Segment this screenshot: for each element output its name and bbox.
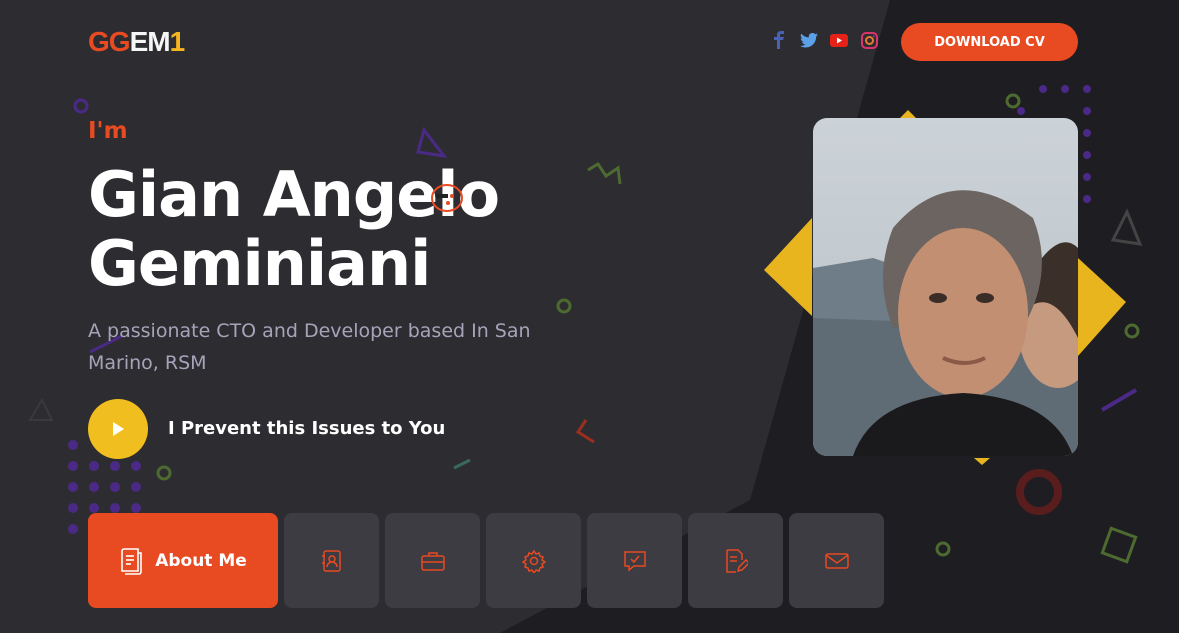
hero-subtitle: A passionate CTO and Developer based In … bbox=[88, 320, 531, 374]
section-nav: About Me bbox=[88, 513, 884, 608]
nav-item-resume[interactable] bbox=[284, 513, 379, 608]
logo-part-em: EM bbox=[129, 26, 171, 57]
contact-card-icon bbox=[321, 549, 341, 572]
site-logo[interactable]: GGEM1 bbox=[88, 26, 186, 57]
nav-item-contact[interactable] bbox=[789, 513, 884, 608]
intro-text: I'm bbox=[88, 118, 128, 144]
cursor-icon bbox=[431, 184, 463, 212]
nav-label-about-me: About Me bbox=[155, 550, 247, 571]
nav-item-testimonials[interactable] bbox=[587, 513, 682, 608]
nav-item-about-me[interactable]: About Me bbox=[88, 513, 278, 608]
nav-item-services[interactable] bbox=[486, 513, 581, 608]
profile-photo bbox=[813, 118, 1078, 456]
nav-item-portfolio[interactable] bbox=[385, 513, 480, 608]
hero-name: Gian Angelo Geminiani bbox=[88, 160, 608, 298]
mail-icon bbox=[824, 552, 849, 569]
youtube-icon[interactable] bbox=[830, 31, 848, 49]
social-links bbox=[770, 31, 878, 49]
play-icon bbox=[113, 422, 124, 436]
logo-part-gg: GG bbox=[88, 26, 131, 57]
twitter-icon[interactable] bbox=[800, 31, 818, 49]
gear-icon bbox=[521, 549, 546, 573]
resume-icon bbox=[121, 547, 142, 575]
chat-check-icon bbox=[623, 550, 646, 572]
briefcase-icon bbox=[420, 551, 445, 571]
video-cta-text[interactable]: I Prevent this Issues to You bbox=[168, 417, 445, 441]
document-edit-icon bbox=[725, 548, 748, 573]
hero-name-line2: Geminiani bbox=[88, 227, 431, 300]
play-video-button[interactable] bbox=[88, 399, 148, 459]
logo-part-one: 1 bbox=[169, 26, 186, 57]
facebook-icon[interactable] bbox=[770, 31, 788, 49]
download-cv-button[interactable]: DOWNLOAD CV bbox=[901, 23, 1078, 61]
instagram-icon[interactable] bbox=[860, 31, 878, 49]
nav-item-blog[interactable] bbox=[688, 513, 783, 608]
